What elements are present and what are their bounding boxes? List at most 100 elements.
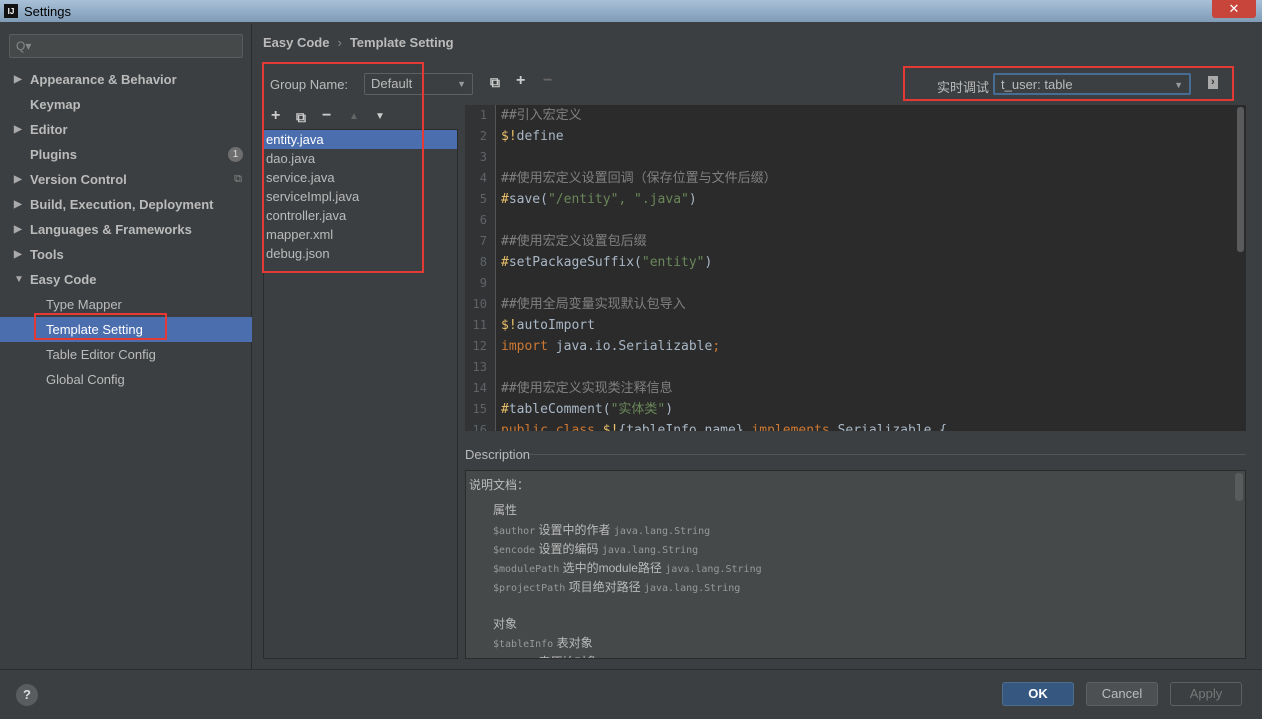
code-token: import [501,339,556,354]
code-line: 5 #save("/entity", ".java") [465,189,1235,210]
code-token: Serializable { [837,423,948,431]
sidebar-item-plugins[interactable]: Plugins 1 [0,142,252,167]
copy-template-icon[interactable]: ⧉ [296,109,306,126]
breadcrumb-current: Template Setting [349,35,454,50]
chevron-right-icon[interactable]: ▶ [14,192,22,217]
code-line: 8 #setPackageSuffix("entity") [465,252,1235,273]
sidebar-item-label: Version Control [30,172,127,187]
settings-search-input[interactable]: Q▾ [9,34,243,58]
line-number: 8 [479,255,487,269]
app-logo-icon: IJ [4,4,18,18]
sidebar-item-type-mapper[interactable]: Type Mapper [0,292,252,317]
help-button[interactable]: ? [16,684,38,706]
code-token: ) [665,402,674,417]
line-number: 4 [479,171,487,185]
editor-scrollbar[interactable] [1237,107,1244,252]
template-item[interactable]: controller.java [264,206,457,225]
code-token: $! [501,129,517,144]
sidebar-item-tools[interactable]: ▶ Tools [0,242,252,267]
sidebar-item-editor[interactable]: ▶ Editor [0,117,252,142]
code-token: java.io.Serializable [555,339,713,354]
ok-button[interactable]: OK [1002,682,1074,706]
close-button[interactable]: ✕ [1212,0,1256,18]
debug-table-value: t_user: table [1001,77,1073,92]
code-token: public class [501,423,603,431]
property-row: $encode 设置的编码 java.lang.String [493,540,698,557]
description-scrollbar[interactable] [1235,473,1243,501]
template-item[interactable]: dao.java [264,149,457,168]
line-number: 7 [479,234,487,248]
sidebar-item-label: Easy Code [30,272,97,287]
sidebar-item-appearance-behavior[interactable]: ▶ Appearance & Behavior [0,67,252,92]
chevron-right-icon[interactable]: ▶ [14,67,22,92]
template-item[interactable]: debug.json [264,244,457,263]
sidebar-item-label: Tools [30,247,64,262]
sidebar-item-build-execution-deployment[interactable]: ▶ Build, Execution, Deployment [0,192,252,217]
line-number: 16 [472,423,487,431]
code-text: ##使用宏定义设置回调（保存位置与文件后缀） [501,168,777,189]
property-type: java.lang.String [643,583,741,594]
property-var: $author [493,526,536,537]
code-text: ##使用全局变量实现默认包导入 [501,294,686,315]
chevron-down-icon[interactable]: ▼ [14,267,24,292]
sidebar-item-template-setting[interactable]: Template Setting [0,317,252,342]
sidebar-item-keymap[interactable]: Keymap [0,92,252,117]
chevron-right-icon[interactable]: ▶ [14,242,22,267]
property-var: $projectPath [493,583,566,594]
property-desc: 设置中的作者 [538,523,611,537]
description-divider [530,454,1246,455]
code-line: 7 ##使用宏定义设置包后缀 [465,231,1235,252]
code-text: $!autoImport [501,315,595,336]
copy-group-icon[interactable]: ⧉ [490,74,500,91]
add-group-icon[interactable]: + [516,72,525,90]
code-token: save( [508,192,548,207]
sidebar-item-easy-code[interactable]: ▼ Easy Code [0,267,252,292]
template-item[interactable]: serviceImpl.java [264,187,457,206]
line-number: 9 [479,276,487,290]
code-token: ##使用全局变量实现默认包导入 [501,297,686,312]
code-token: $! [602,423,619,431]
code-text: #tableComment("实体类") [501,399,673,420]
sidebar-item-version-control[interactable]: ▶ Version Control ⧉ [0,167,252,192]
code-text: $!define [501,126,564,147]
debug-table-select[interactable]: t_user: table ▼ [993,73,1191,95]
template-item[interactable]: mapper.xml [264,225,457,244]
remove-group-icon[interactable]: − [543,72,552,90]
line-number: 1 [479,108,487,122]
code-line: 15 #tableComment("实体类") [465,399,1235,420]
code-token: tableComment( [508,402,611,417]
code-text: import java.io.Serializable; [501,336,720,357]
template-item[interactable]: entity.java [264,130,457,149]
move-down-icon[interactable]: ▼ [375,111,385,122]
sidebar-item-languages-frameworks[interactable]: ▶ Languages & Frameworks [0,217,252,242]
group-name-select[interactable]: Default ▼ [364,73,473,95]
chevron-right-icon[interactable]: ▶ [14,217,22,242]
code-token: ) [688,192,697,207]
move-up-icon[interactable]: ▲ [349,111,359,122]
code-line: 12 import java.io.Serializable; [465,336,1235,357]
apply-button[interactable]: Apply [1170,682,1242,706]
remove-template-icon[interactable]: − [322,107,331,125]
line-number: 5 [479,192,487,206]
object-type: com.intellij.database.model.DasTable [602,658,819,659]
template-item[interactable]: service.java [264,168,457,187]
add-template-icon[interactable]: + [271,107,280,125]
chevron-down-icon: ▼ [1174,80,1183,90]
group-name-label: Group Name: [270,77,349,92]
code-token: ##使用宏定义设置回调（保存位置与文件后缀） [501,171,777,186]
chevron-right-icon[interactable]: ▶ [14,167,22,192]
code-token: ##使用宏定义实现类注释信息 [501,381,673,396]
sidebar-item-global-config[interactable]: Global Config [0,367,252,392]
chevron-right-icon[interactable]: ▶ [14,117,22,142]
code-line: 4 ##使用宏定义设置回调（保存位置与文件后缀） [465,168,1235,189]
description-panel: 说明文档： 属性 对象 $author 设置中的作者 java.lang.Str… [465,470,1246,659]
code-token: # [501,192,509,207]
sidebar-item-label: Template Setting [46,322,143,337]
template-code-editor[interactable]: 1 ##引入宏定义 2 $!define 3 4 ##使用宏定义设置回调（保存位置与文件后缀… [465,105,1246,431]
code-token: ##引入宏定义 [501,108,582,123]
code-token: implements [751,423,838,431]
sidebar-item-table-editor-config[interactable]: Table Editor Config [0,342,252,367]
property-type: java.lang.String [601,545,699,556]
run-debug-icon[interactable]: › [1208,76,1218,89]
cancel-button[interactable]: Cancel [1086,682,1158,706]
